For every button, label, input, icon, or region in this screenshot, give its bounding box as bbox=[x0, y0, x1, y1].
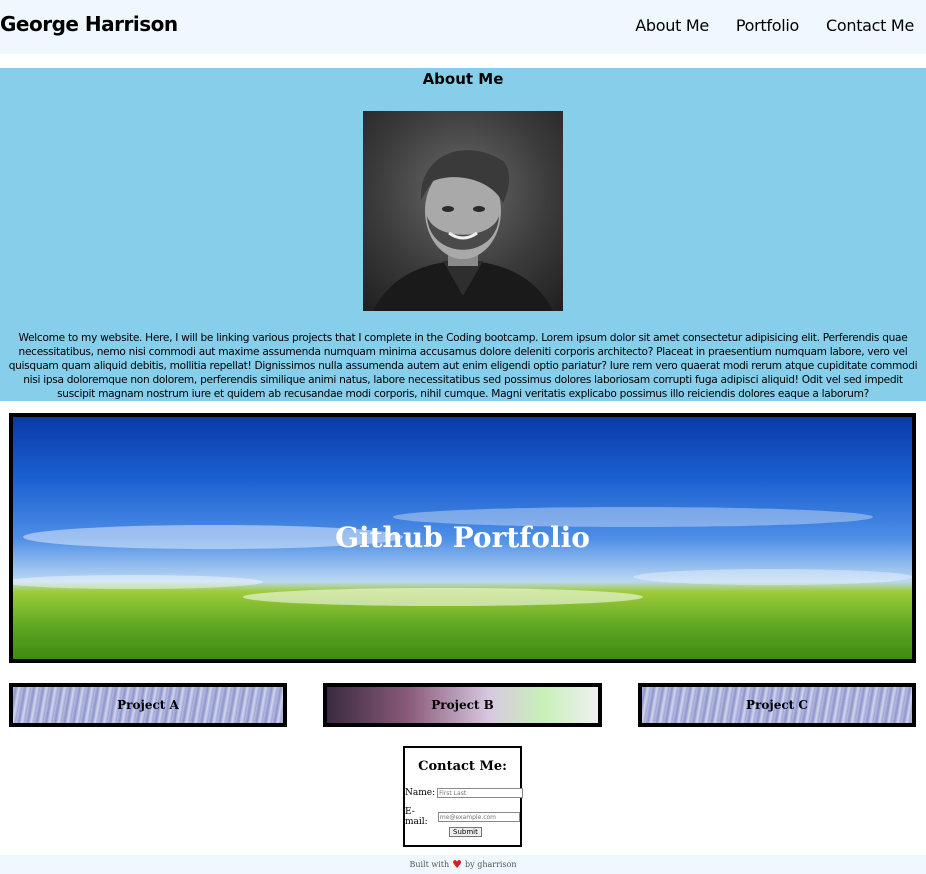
footer-built-with: Built with bbox=[409, 860, 450, 869]
project-b-label: Project B bbox=[431, 698, 494, 712]
nav-contact-me[interactable]: Contact Me bbox=[826, 16, 914, 35]
site-header: George Harrison About Me Portfolio Conta… bbox=[0, 0, 926, 54]
nav-about-me[interactable]: About Me bbox=[635, 16, 709, 35]
banner-title: Github Portfolio bbox=[335, 521, 590, 554]
about-heading: About Me bbox=[422, 70, 504, 88]
nav-portfolio[interactable]: Portfolio bbox=[736, 16, 799, 35]
contact-heading: Contact Me: bbox=[418, 759, 507, 774]
name-input[interactable] bbox=[437, 788, 524, 798]
email-input[interactable] bbox=[437, 812, 520, 822]
heart-icon: ♥ bbox=[452, 858, 463, 871]
project-b-card[interactable]: Project B bbox=[323, 683, 602, 727]
project-a-label: Project A bbox=[117, 698, 179, 712]
project-c-label: Project C bbox=[746, 698, 808, 712]
main-nav: About Me Portfolio Contact Me bbox=[635, 16, 914, 35]
site-footer: Built with ♥ by gharrison bbox=[0, 855, 926, 874]
about-section: About Me Welcome to my website. Here, I … bbox=[0, 68, 926, 401]
site-title: George Harrison bbox=[0, 12, 178, 36]
email-row: E-mail: bbox=[405, 807, 520, 827]
github-portfolio-banner: Github Portfolio bbox=[9, 413, 916, 663]
contact-form: Contact Me: Name: E-mail: Submit bbox=[403, 746, 524, 847]
portrait-photo bbox=[363, 111, 563, 311]
submit-button[interactable]: Submit bbox=[449, 827, 482, 837]
portrait-illustration bbox=[373, 150, 553, 311]
email-label: E-mail: bbox=[405, 807, 428, 827]
project-a-card[interactable]: Project A bbox=[9, 683, 287, 727]
about-text: Welcome to my website. Here, I will be l… bbox=[8, 332, 918, 400]
project-c-card[interactable]: Project C bbox=[638, 683, 916, 727]
name-label: Name: bbox=[405, 788, 436, 798]
name-row: Name: bbox=[405, 788, 524, 798]
footer-by: by gharrison bbox=[465, 860, 517, 869]
